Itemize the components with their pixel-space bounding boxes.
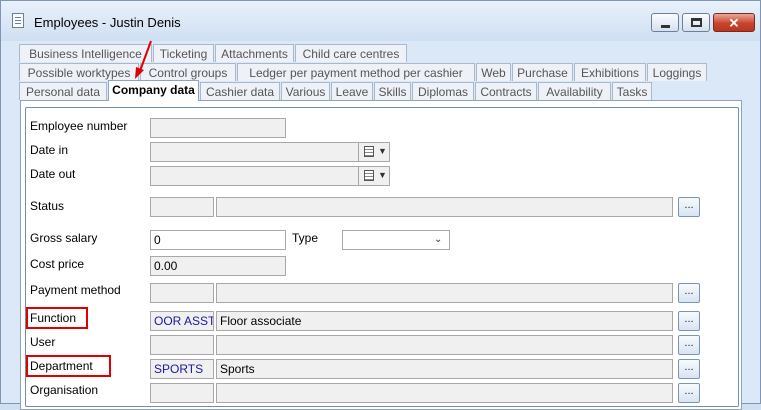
employees-window: Employees - Justin Denis ✕ Business Inte… <box>0 0 761 410</box>
user-description-field <box>216 335 673 355</box>
department-lookup-button[interactable]: ... <box>678 359 700 379</box>
tab-attachments[interactable]: Attachments <box>215 44 294 62</box>
employee-number-label: Employee number <box>30 119 128 133</box>
date-out-picker-button[interactable]: ▼ <box>358 166 390 186</box>
tab-purchase[interactable]: Purchase <box>512 63 573 81</box>
tab-exhibitions[interactable]: Exhibitions <box>574 63 646 81</box>
type-label: Type <box>292 231 319 245</box>
status-lookup-button[interactable]: ... <box>678 197 700 217</box>
tab-possible-worktypes[interactable]: Possible worktypes <box>19 63 139 81</box>
organisation-description-field <box>216 383 673 403</box>
department-code-field[interactable]: SPORTS <box>150 359 214 379</box>
tab-various[interactable]: Various <box>281 82 330 100</box>
tab-tasks[interactable]: Tasks <box>612 82 652 100</box>
window-title: Employees - Justin Denis <box>34 15 181 30</box>
cost-price-field[interactable]: 0.00 <box>150 256 286 276</box>
function-highlight <box>26 307 88 329</box>
date-in-field[interactable] <box>150 142 390 162</box>
chevron-down-icon: ▼ <box>378 146 387 156</box>
close-icon: ✕ <box>728 15 740 30</box>
date-in-picker-button[interactable]: ▼ <box>358 142 390 162</box>
department-description-field: Sports <box>216 359 673 379</box>
tab-diplomas[interactable]: Diplomas <box>412 82 474 100</box>
tab-cashier-data[interactable]: Cashier data <box>200 82 280 100</box>
calendar-icon <box>364 170 374 181</box>
gross-salary-label: Gross salary <box>30 231 98 245</box>
status-code-field[interactable] <box>150 197 214 217</box>
user-label: User <box>30 335 56 349</box>
payment-method-label: Payment method <box>30 283 121 297</box>
date-out-field[interactable] <box>150 166 390 186</box>
tab-skills[interactable]: Skills <box>374 82 411 100</box>
minimize-icon <box>661 25 670 28</box>
tab-ticketing[interactable]: Ticketing <box>153 44 214 62</box>
company-data-form: Employee number Date in ▼ Date out ▼ Sta… <box>25 107 739 407</box>
tab-loggings[interactable]: Loggings <box>647 63 707 81</box>
tab-control-groups[interactable]: Control groups <box>140 63 236 81</box>
tab-leave[interactable]: Leave <box>331 82 373 100</box>
function-description-field: Floor associate <box>216 311 673 331</box>
tab-child-care-centres[interactable]: Child care centres <box>295 44 407 62</box>
organisation-code-field[interactable] <box>150 383 214 403</box>
status-label: Status <box>30 199 65 213</box>
date-out-label: Date out <box>30 167 76 181</box>
user-code-field[interactable] <box>150 335 214 355</box>
tab-web[interactable]: Web <box>476 63 511 81</box>
function-code-field[interactable]: OOR ASST. <box>150 311 214 331</box>
employee-number-field[interactable] <box>150 118 286 138</box>
gross-salary-field[interactable]: 0 <box>150 230 286 250</box>
company-data-panel: Employee number Date in ▼ Date out ▼ Sta… <box>20 100 742 410</box>
payment-method-lookup-button[interactable]: ... <box>678 283 700 303</box>
organisation-label: Organisation <box>30 383 99 397</box>
tab-personal-data[interactable]: Personal data <box>19 82 107 100</box>
status-description-field <box>216 197 673 217</box>
department-highlight <box>26 355 111 377</box>
window-icon <box>12 13 24 28</box>
tab-availability[interactable]: Availability <box>538 82 611 100</box>
tab-ledger-per-payment-method[interactable]: Ledger per payment method per cashier <box>237 63 475 81</box>
tab-contracts[interactable]: Contracts <box>475 82 537 100</box>
maximize-button[interactable] <box>682 13 710 32</box>
calendar-icon <box>364 146 374 157</box>
date-in-label: Date in <box>30 143 69 157</box>
cost-price-label: Cost price <box>30 257 85 271</box>
chevron-down-icon: ▼ <box>378 170 387 180</box>
chevron-down-icon[interactable]: ⌄ <box>434 234 442 245</box>
maximize-icon <box>691 18 702 27</box>
function-lookup-button[interactable]: ... <box>678 311 700 331</box>
payment-method-description-field <box>216 283 673 303</box>
tab-company-data[interactable]: Company data <box>108 80 199 101</box>
title-bar[interactable]: Employees - Justin Denis ✕ <box>1 1 760 41</box>
close-button[interactable]: ✕ <box>713 13 755 32</box>
organisation-lookup-button[interactable]: ... <box>678 383 700 403</box>
tab-business-intelligence[interactable]: Business Intelligence <box>19 44 152 62</box>
minimize-button[interactable] <box>651 13 679 32</box>
payment-method-code-field[interactable] <box>150 283 214 303</box>
user-lookup-button[interactable]: ... <box>678 335 700 355</box>
